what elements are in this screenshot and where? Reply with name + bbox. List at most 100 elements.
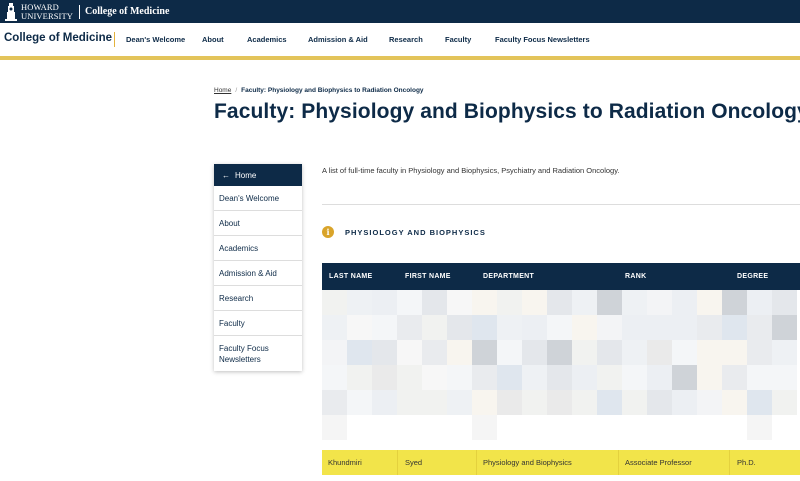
table-row[interactable]: Khundmiri Syed Physiology and Biophysics…	[322, 450, 800, 475]
obscured-cell	[647, 390, 672, 415]
obscured-cell	[697, 415, 722, 440]
sidebar-item-research[interactable]: Research	[214, 286, 302, 311]
arrow-left-icon: ←	[222, 170, 230, 180]
obscured-cell	[397, 415, 422, 440]
obscured-cell	[597, 365, 622, 390]
cell-first-name: Syed	[405, 458, 423, 467]
sidebar-item-academics[interactable]: Academics	[214, 236, 302, 261]
obscured-cell	[397, 290, 422, 315]
sidebar-item-admission-aid[interactable]: Admission & Aid	[214, 261, 302, 286]
obscured-cell	[572, 415, 597, 440]
obscured-cell	[697, 315, 722, 340]
obscured-cell	[347, 290, 372, 315]
sidebar-item-about[interactable]: About	[214, 211, 302, 236]
obscured-cell	[547, 340, 572, 365]
section-header: i PHYSIOLOGY AND BIOPHYSICS	[322, 226, 486, 238]
obscured-cell	[472, 340, 497, 365]
obscured-cell	[772, 315, 797, 340]
obscured-cell	[347, 340, 372, 365]
obscured-cell	[572, 340, 597, 365]
column-divider	[729, 450, 730, 475]
university-logo[interactable]: HOWARD UNIVERSITY College of Medicine	[4, 2, 169, 21]
obscured-cell	[422, 290, 447, 315]
obscured-cell	[697, 340, 722, 365]
obscured-cell	[672, 315, 697, 340]
obscured-cell	[522, 390, 547, 415]
obscured-cell	[522, 365, 547, 390]
nav-link-faculty[interactable]: Faculty	[445, 35, 471, 44]
cell-degree: Ph.D.	[737, 458, 756, 467]
column-header-last-name[interactable]: LAST NAME	[329, 273, 373, 280]
faculty-table-header: LAST NAME FIRST NAME DEPARTMENT RANK DEG…	[322, 263, 800, 290]
obscured-cell	[622, 315, 647, 340]
obscured-cell	[372, 290, 397, 315]
obscured-cell	[497, 390, 522, 415]
breadcrumb-current: Faculty: Physiology and Biophysics to Ra…	[241, 87, 424, 94]
obscured-cell	[422, 415, 447, 440]
obscured-cell	[497, 290, 522, 315]
obscured-cell	[722, 365, 747, 390]
obscured-cell	[747, 390, 772, 415]
sidebar-item-home[interactable]: ← Home	[214, 164, 302, 186]
column-divider	[397, 450, 398, 475]
obscured-cell	[322, 390, 347, 415]
sidebar-item-label: Home	[235, 170, 257, 180]
obscured-cell	[372, 415, 397, 440]
sidebar-item-faculty-focus-newsletters[interactable]: Faculty Focus Newsletters	[214, 336, 284, 371]
obscured-cell	[747, 290, 772, 315]
obscured-cell	[347, 365, 372, 390]
site-title-link[interactable]: College of Medicine	[4, 32, 112, 44]
sidebar-navigation: ← Home Dean's Welcome About Academics Ad…	[214, 164, 302, 371]
obscured-cell	[322, 365, 347, 390]
obscured-cell	[497, 415, 522, 440]
nav-link-research[interactable]: Research	[389, 35, 423, 44]
nav-link-deans-welcome[interactable]: Dean's Welcome	[126, 35, 185, 44]
obscured-cell	[722, 390, 747, 415]
obscured-cell	[372, 315, 397, 340]
obscured-cell	[497, 340, 522, 365]
nav-link-about[interactable]: About	[202, 35, 224, 44]
obscured-cell	[447, 415, 472, 440]
obscured-cell	[397, 315, 422, 340]
obscured-cell	[522, 290, 547, 315]
obscured-cell	[647, 365, 672, 390]
obscured-cell	[522, 415, 547, 440]
nav-link-admission-aid[interactable]: Admission & Aid	[308, 35, 368, 44]
column-header-degree[interactable]: DEGREE	[737, 273, 768, 280]
obscured-cell	[747, 340, 772, 365]
obscured-cell	[447, 365, 472, 390]
sidebar-item-deans-welcome[interactable]: Dean's Welcome	[214, 186, 302, 211]
brand-divider	[79, 4, 80, 19]
intro-text: A list of full-time faculty in Physiolog…	[322, 166, 620, 175]
obscured-cell	[697, 365, 722, 390]
obscured-cell	[547, 365, 572, 390]
column-header-department[interactable]: DEPARTMENT	[483, 273, 534, 280]
obscured-cell	[322, 315, 347, 340]
clock-tower-icon	[4, 2, 18, 21]
obscured-cell	[547, 415, 572, 440]
obscured-cell	[672, 365, 697, 390]
sidebar-item-faculty[interactable]: Faculty	[214, 311, 302, 336]
obscured-cell	[447, 390, 472, 415]
column-header-rank[interactable]: RANK	[625, 273, 646, 280]
obscured-cell	[772, 290, 797, 315]
obscured-cell	[322, 290, 347, 315]
obscured-cell	[647, 340, 672, 365]
obscured-cell	[622, 365, 647, 390]
nav-link-faculty-focus-newsletters[interactable]: Faculty Focus Newsletters	[495, 35, 590, 44]
obscured-cell	[622, 390, 647, 415]
cell-last-name: Khundmiri	[328, 458, 362, 467]
obscured-cell	[447, 315, 472, 340]
obscured-cell	[772, 415, 797, 440]
column-header-first-name[interactable]: FIRST NAME	[405, 273, 451, 280]
obscured-cell	[722, 415, 747, 440]
column-divider	[476, 450, 477, 475]
nav-link-academics[interactable]: Academics	[247, 35, 287, 44]
obscured-cell	[647, 290, 672, 315]
obscured-cell	[447, 340, 472, 365]
breadcrumb-home-link[interactable]: Home	[214, 87, 231, 94]
content-divider	[322, 204, 800, 205]
obscured-cell	[747, 365, 772, 390]
obscured-cell	[547, 390, 572, 415]
obscured-cell	[572, 290, 597, 315]
